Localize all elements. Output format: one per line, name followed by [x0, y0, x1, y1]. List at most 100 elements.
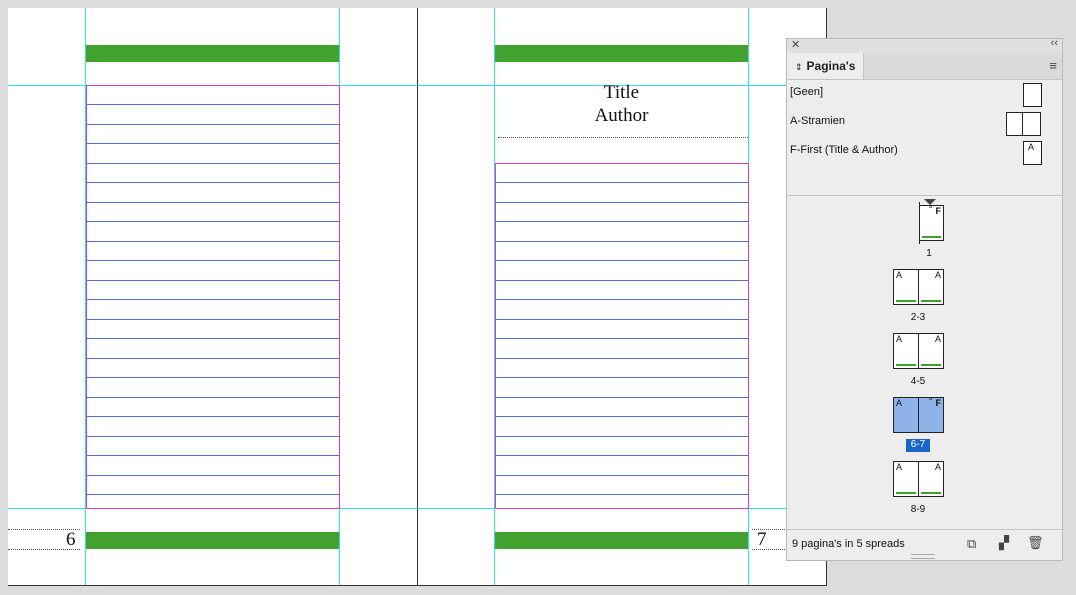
header-bar-left — [86, 45, 339, 62]
header-bar-right — [495, 45, 748, 62]
resize-grip[interactable] — [911, 554, 935, 559]
new-page-icon[interactable]: ▞ — [999, 535, 1009, 551]
baseline-grid-line — [496, 318, 748, 320]
green-line — [921, 300, 941, 302]
baseline-grid-line — [87, 260, 339, 261]
page-thumb-5[interactable]: A — [918, 333, 944, 369]
spread-thumb-2-3[interactable]: A A — [893, 269, 944, 305]
spread-thumb-6-7[interactable]: A F ᵃ — [893, 395, 944, 433]
master-letter: A — [1028, 142, 1035, 152]
sort-arrows-icon: ⇕ — [795, 62, 803, 72]
panel-title-bar[interactable]: ✕ ‹‹ — [787, 37, 1062, 54]
title-frame-edge — [498, 137, 748, 138]
master-letter: A — [896, 462, 903, 472]
page-thumb-4[interactable]: A — [893, 333, 919, 369]
master-item-f[interactable]: F-First (Title & Author) — [790, 144, 898, 156]
panel-status-bar: 9 pagina's in 5 spreads ⧉ ▞ 🗑 — [787, 529, 1062, 560]
page-thumb-3[interactable]: A — [918, 269, 944, 305]
title-text[interactable]: Title — [495, 82, 748, 104]
page-thumb-1[interactable]: F ᵃ — [919, 203, 944, 241]
baseline-grid-line — [87, 240, 339, 242]
master-small-letter: ᵃ — [929, 203, 932, 212]
spread-label[interactable]: 1 — [909, 248, 949, 259]
page-number-right[interactable]: 7 — [757, 529, 767, 551]
spread-label-selected[interactable]: 6-7 — [898, 439, 938, 450]
panel-tab-row: ⇕ Pagina's ≡ — [787, 53, 1062, 80]
master-letter: F — [935, 398, 942, 408]
baseline-grid-line — [496, 260, 748, 261]
pages-panel: ✕ ‹‹ ⇕ Pagina's ≡ [Geen] A-Stramien F-Fir… — [786, 37, 1063, 561]
spread-label[interactable]: 8-9 — [898, 504, 938, 515]
baseline-grid-line — [496, 377, 748, 378]
baseline-grid-line — [87, 455, 339, 456]
page-count-text: 9 pagina's in 5 spreads — [792, 538, 905, 550]
page-thumb-8[interactable]: A — [893, 461, 919, 497]
baseline-grid-line — [87, 201, 339, 203]
baseline-grid-line — [496, 299, 748, 300]
green-line — [896, 492, 916, 494]
master-letter: A — [896, 334, 903, 344]
baseline-grid-line — [496, 201, 748, 203]
master-letter: A — [896, 398, 903, 408]
baseline-grid-line — [496, 416, 748, 417]
page-thumb-7[interactable]: F ᵃ — [918, 395, 944, 433]
baseline-grid-line — [87, 143, 339, 144]
baseline-grid-line — [87, 123, 339, 125]
spread-label[interactable]: 2-3 — [898, 312, 938, 323]
spread-label[interactable]: 4-5 — [898, 376, 938, 387]
baseline-grid-line — [496, 182, 748, 183]
page-number-left[interactable]: 6 — [66, 529, 76, 551]
baseline-grid-line — [496, 357, 748, 359]
baseline-grid-line — [496, 221, 748, 222]
page-thumb-6[interactable]: A — [893, 397, 919, 433]
green-line — [921, 364, 941, 366]
baseline-grid-line — [87, 474, 339, 476]
double-chevron-icon[interactable]: ‹‹ — [1051, 37, 1058, 49]
baseline-grid-line — [87, 299, 339, 300]
page-thumb-9[interactable]: A — [918, 461, 944, 497]
baseline-grid-line — [496, 455, 748, 456]
tab-pages-label: Pagina's — [806, 59, 856, 73]
author-text[interactable]: Author — [495, 105, 748, 127]
master-item-a[interactable]: A-Stramien — [790, 115, 845, 127]
master-letter: A — [934, 334, 941, 344]
text-frame-right[interactable] — [495, 163, 749, 509]
green-line — [921, 492, 941, 494]
master-letter: A — [934, 270, 941, 280]
baseline-grid-line — [496, 494, 748, 495]
edit-page-size-icon[interactable]: ⧉ — [967, 536, 976, 552]
baseline-grid-line — [87, 182, 339, 183]
master-letter: A — [896, 270, 903, 280]
baseline-grid-line — [496, 435, 748, 437]
document-spread[interactable]: Title Author 6 7 — [8, 8, 827, 586]
close-icon[interactable]: ✕ — [791, 38, 800, 51]
spread-thumb-8-9[interactable]: A A — [893, 461, 944, 497]
baseline-grid-line — [87, 435, 339, 437]
spread-thumb-4-5[interactable]: A A — [893, 333, 944, 369]
tab-pages[interactable]: ⇕ Pagina's — [787, 53, 864, 79]
master-thumb-a-left[interactable] — [1006, 112, 1023, 136]
green-line — [896, 300, 916, 302]
master-item-none[interactable]: [Geen] — [790, 86, 823, 98]
hamburger-menu-icon[interactable]: ≡ — [1049, 58, 1057, 73]
baseline-grid-line — [87, 162, 339, 164]
master-thumb-f[interactable]: A — [1023, 141, 1042, 165]
section-divider[interactable] — [787, 195, 1062, 196]
master-small-letter: ᵃ — [929, 395, 932, 404]
baseline-grid-line — [87, 279, 339, 281]
green-line — [896, 364, 916, 366]
baseline-grid-line — [87, 104, 339, 105]
footer-bar-right — [495, 532, 748, 549]
baseline-grid-line — [496, 474, 748, 476]
master-thumb-a-right[interactable] — [1022, 112, 1041, 136]
master-thumb-none[interactable] — [1023, 83, 1042, 107]
baseline-grid-line — [87, 338, 339, 339]
baseline-grid-line — [496, 279, 748, 281]
page-thumb-2[interactable]: A — [893, 269, 919, 305]
trash-icon[interactable]: 🗑 — [1027, 535, 1044, 551]
footer-bar-left — [86, 532, 339, 549]
text-frame-left[interactable] — [86, 85, 340, 509]
spread-spine — [417, 8, 418, 585]
baseline-grid-line — [87, 377, 339, 378]
baseline-grid-line — [496, 338, 748, 339]
